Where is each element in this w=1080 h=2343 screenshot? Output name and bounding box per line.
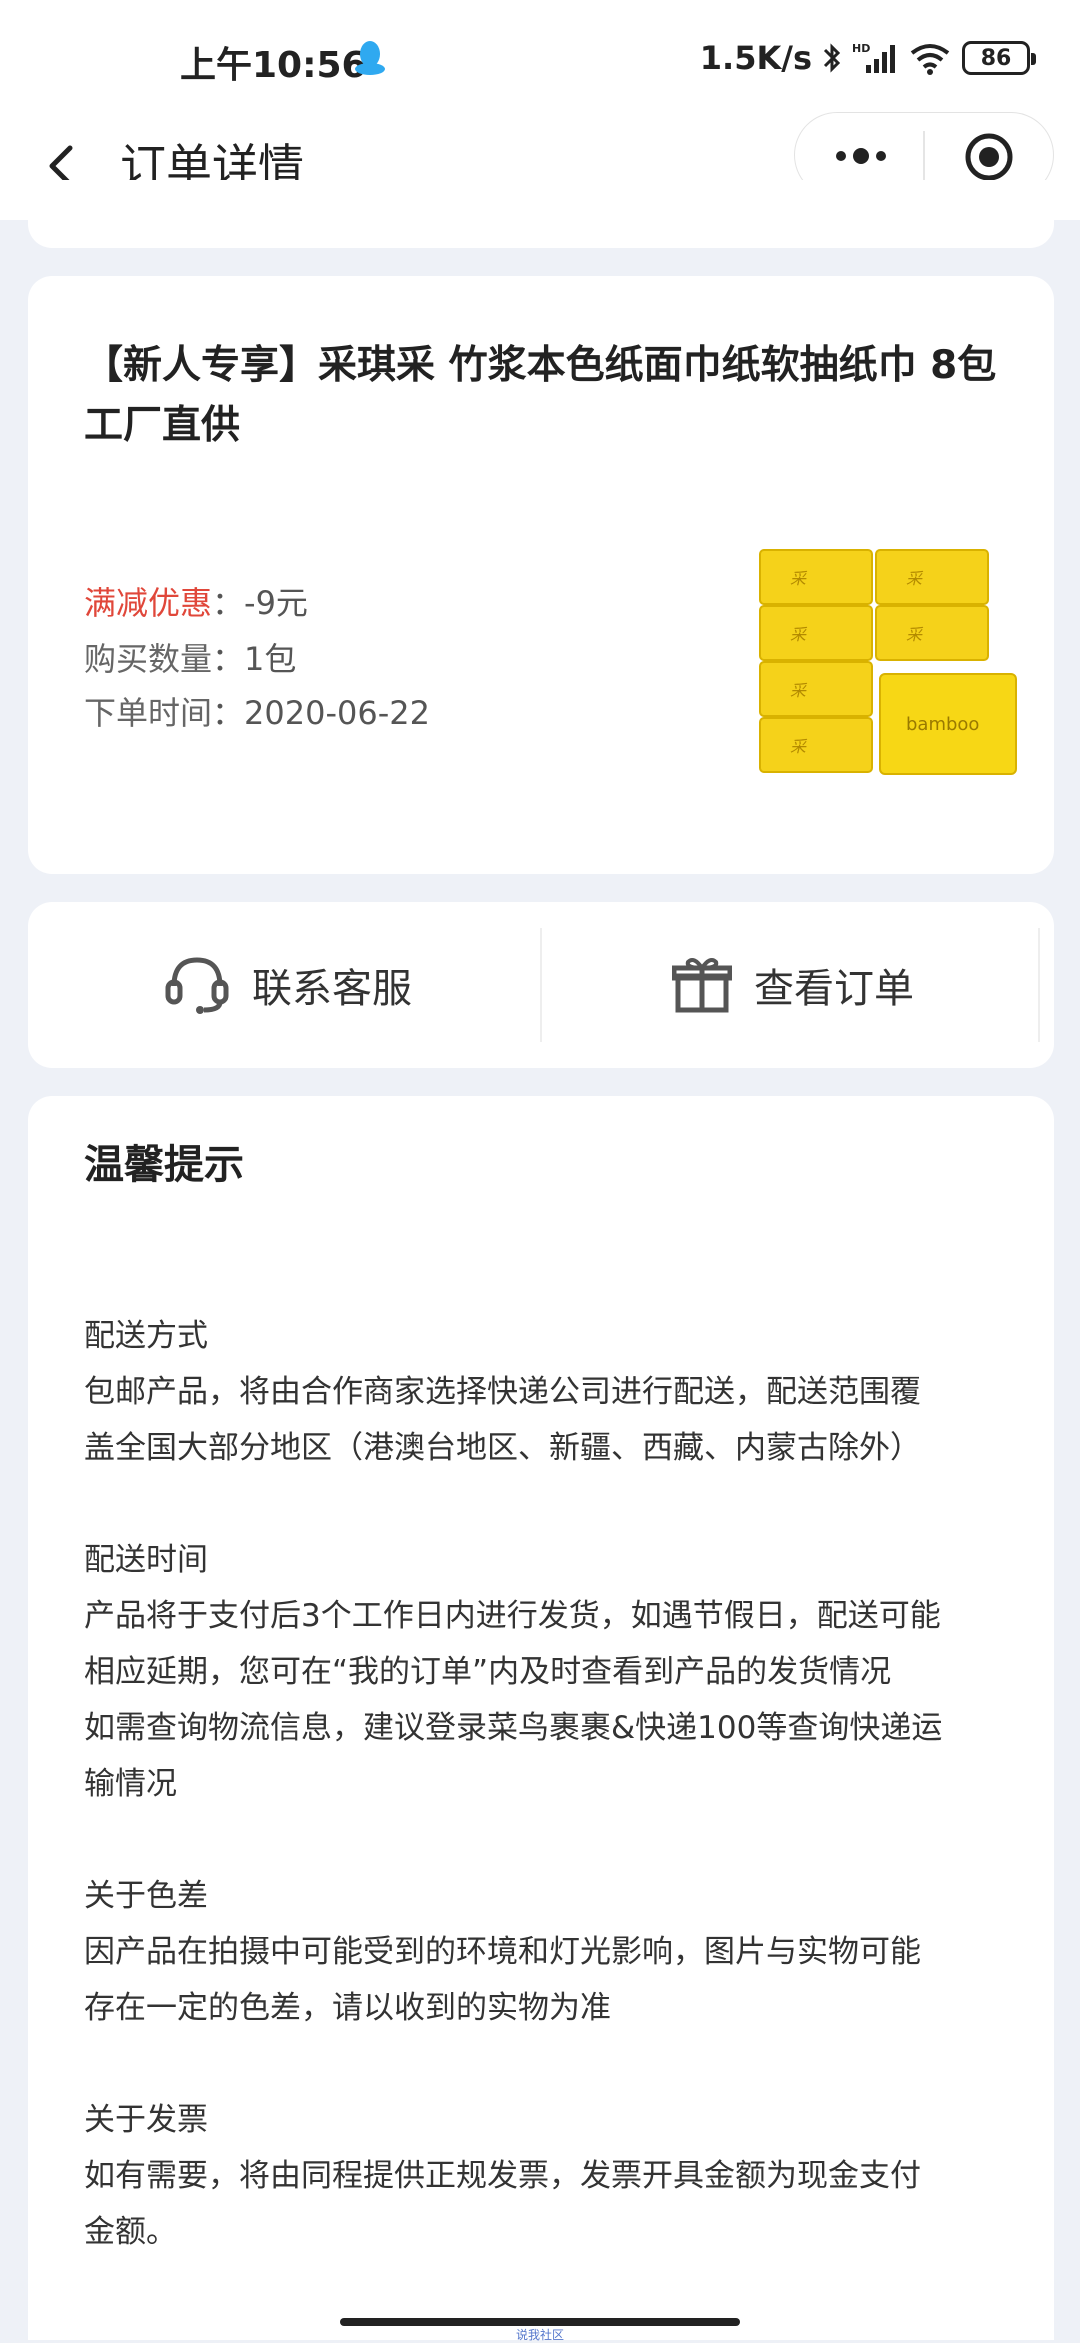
bluetooth-icon [823, 43, 841, 73]
tip-line: 如有需要，将由同程提供正规发票，发票开具金额为现金支付 [84, 2158, 921, 2194]
svg-text:HD: HD [852, 42, 870, 55]
wifi-icon [910, 44, 950, 75]
svg-text:采: 采 [790, 569, 808, 588]
previous-card [28, 180, 1054, 248]
product-image: 采 采 采 采 采 采 bamboo [759, 549, 1017, 775]
quantity-row: 购买数量：1包 [84, 634, 296, 680]
network-speed: 1.5K/s [699, 39, 812, 77]
tips-title: 温馨提示 [84, 1142, 244, 1188]
tip-section-delivery-method: 配送方式 包邮产品，将由合作商家选择快递公司进行配送，配送范围覆 盖全国大部分地… [84, 1308, 1024, 1476]
contact-service-button[interactable]: 联系客服 [164, 902, 412, 1068]
contact-service-label: 联系客服 [252, 966, 412, 1012]
tip-line: 产品将于支付后3个工作日内进行发货，如遇节假日，配送可能 [84, 1598, 941, 1634]
discount-label: 满减优惠 [84, 584, 213, 622]
battery-level: 86 [980, 45, 1012, 71]
watermark: 说我社区 [515, 2328, 564, 2342]
headset-icon [165, 957, 229, 1014]
status-time: 上午10:56 [180, 45, 367, 86]
tip-section-invoice: 关于发票 如有需要，将由同程提供正规发票，发票开具金额为现金支付 金额。 [84, 2092, 1024, 2260]
product-image-brand: bamboo [906, 714, 979, 735]
view-order-label: 查看订单 [754, 966, 914, 1012]
tip-line: 盖全国大部分地区（港澳台地区、新疆、西藏、内蒙古除外） [84, 1430, 921, 1466]
svg-text:采: 采 [906, 569, 924, 588]
product-title: 【新人专享】采琪采 竹浆本色纸面巾纸软抽纸巾 8包 工厂直供 [84, 343, 997, 448]
svg-text:采: 采 [790, 625, 808, 644]
svg-text:采: 采 [790, 681, 808, 700]
svg-text:采: 采 [906, 625, 924, 644]
tip-line: 金额。 [84, 2214, 177, 2250]
tip-heading: 配送时间 [84, 1542, 208, 1578]
order-time-row: 下单时间：2020-06-22 [84, 688, 430, 734]
home-indicator[interactable] [340, 2318, 740, 2326]
signal-icon: HD [852, 42, 895, 73]
tip-line: 存在一定的色差，请以收到的实物为准 [84, 1990, 611, 2026]
close-miniprogram-icon[interactable] [963, 131, 1015, 183]
discount-value: ：-9元 [212, 584, 308, 622]
tip-line: 输情况 [84, 1766, 177, 1802]
status-bar: 上午10:56 1.5K/s HD 86 [0, 0, 1080, 112]
tip-heading: 配送方式 [84, 1318, 208, 1354]
svg-text:采: 采 [790, 737, 808, 756]
actions-card: 联系客服 查看订单 [28, 902, 1054, 1068]
actions-divider-right [1038, 928, 1040, 1042]
gift-icon [672, 958, 732, 1013]
tip-section-color-difference: 关于色差 因产品在拍摄中可能受到的环境和灯光影响，图片与实物可能 存在一定的色差… [84, 1868, 1024, 2036]
quantity-value: ：1包 [212, 640, 297, 678]
tip-line: 相应延期，您可在“我的订单”内及时查看到产品的发货情况 [84, 1654, 892, 1690]
tip-heading: 关于色差 [84, 1878, 208, 1914]
actions-divider [540, 928, 542, 1042]
tip-line: 因产品在拍摄中可能受到的环境和灯光影响，图片与实物可能 [84, 1934, 921, 1970]
more-icon[interactable] [829, 139, 893, 173]
tip-section-delivery-time: 配送时间 产品将于支付后3个工作日内进行发货，如遇节假日，配送可能 相应延期，您… [84, 1532, 1024, 1812]
view-order-button[interactable]: 查看订单 [672, 902, 914, 1068]
tips-body: 配送方式 包邮产品，将由合作商家选择快递公司进行配送，配送范围覆 盖全国大部分地… [84, 1308, 1024, 2316]
tip-line: 包邮产品，将由合作商家选择快递公司进行配送，配送范围覆 [84, 1374, 921, 1410]
qq-icon [355, 41, 385, 75]
quantity-label: 购买数量 [84, 640, 213, 678]
order-time-value: ：2020-06-22 [212, 694, 430, 732]
battery-icon: 86 [962, 41, 1036, 75]
product-card: 【新人专享】采琪采 竹浆本色纸面巾纸软抽纸巾 8包 工厂直供 满减优惠：-9元 … [28, 276, 1054, 874]
status-indicators: 1.5K/s HD 86 [699, 36, 1036, 80]
capsule-divider [923, 131, 925, 181]
tip-line: 如需查询物流信息，建议登录菜鸟裹裹&快递100等查询快递运 [84, 1710, 943, 1746]
tip-heading: 关于发票 [84, 2102, 208, 2138]
order-time-label: 下单时间 [84, 694, 213, 732]
tips-card: 温馨提示 配送方式 包邮产品，将由合作商家选择快递公司进行配送，配送范围覆 盖全… [28, 1096, 1054, 2340]
discount-row: 满减优惠：-9元 [84, 578, 308, 624]
